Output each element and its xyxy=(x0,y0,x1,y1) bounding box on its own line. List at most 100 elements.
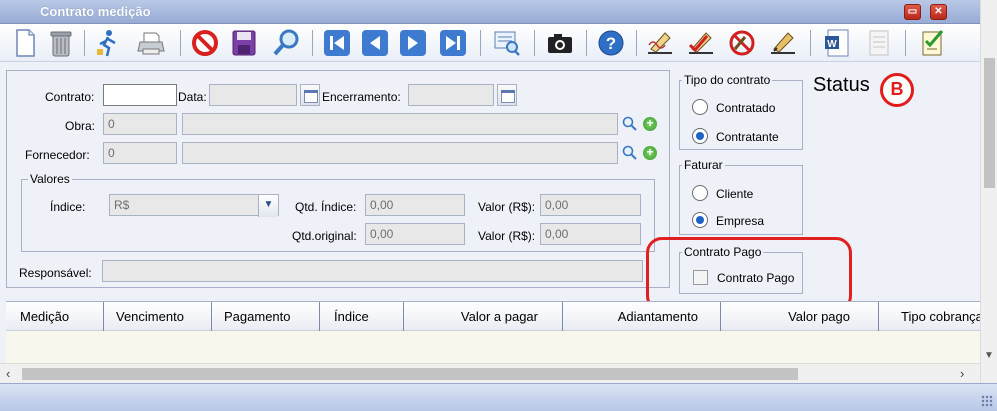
qtd-original-label: Qtd.original: xyxy=(292,229,357,243)
obra-code-input[interactable]: 0 xyxy=(103,113,177,135)
minimize-icon[interactable]: ▭ xyxy=(904,4,921,20)
column-header-medicao[interactable]: Medição xyxy=(6,302,104,331)
search-icon[interactable] xyxy=(622,145,638,161)
radio-empresa[interactable] xyxy=(692,212,708,228)
new-document-icon[interactable] xyxy=(10,27,40,59)
search-icon[interactable] xyxy=(622,116,638,132)
svg-text:?: ? xyxy=(606,34,616,53)
reject-sign-icon[interactable] xyxy=(727,27,757,59)
save-icon[interactable] xyxy=(229,27,259,59)
scroll-left-icon[interactable]: ‹ xyxy=(6,366,10,381)
checklist-icon[interactable] xyxy=(918,27,948,59)
data-input[interactable] xyxy=(209,84,297,106)
calendar-icon[interactable] xyxy=(497,84,517,106)
window-title: Contrato medição xyxy=(40,4,151,19)
valor-input[interactable]: 0,00 xyxy=(540,194,641,216)
help-icon[interactable]: ? xyxy=(596,27,626,59)
toolbar-separator xyxy=(84,30,85,56)
tipo-contrato-group: Tipo do contrato Contratado Contratante xyxy=(679,73,803,150)
notes-icon[interactable] xyxy=(864,27,894,59)
report-icon[interactable] xyxy=(492,27,522,59)
add-icon[interactable]: + xyxy=(643,146,657,160)
column-header-indice[interactable]: Índice xyxy=(320,302,404,331)
resize-grip-icon[interactable] xyxy=(981,395,993,407)
edit-sign-icon[interactable] xyxy=(768,27,798,59)
horizontal-scroll-thumb[interactable] xyxy=(22,368,798,380)
toolbar: ? W xyxy=(0,24,980,62)
column-header-tipo-cobranca[interactable]: Tipo cobrança xyxy=(879,302,980,331)
column-header-pagamento[interactable]: Pagamento xyxy=(212,302,320,331)
valores-title: Valores xyxy=(28,172,72,186)
contrato-label: Contrato: xyxy=(45,90,95,104)
cancel-icon[interactable] xyxy=(190,27,220,59)
column-header-adiantamento[interactable]: Adiantamento xyxy=(563,302,721,331)
qtd-indice-input[interactable]: 0,00 xyxy=(365,194,465,216)
main-form-panel: Contrato: Data: Encerramento: Obra: 0 + … xyxy=(6,70,670,288)
fornecedor-name-input[interactable] xyxy=(182,142,618,164)
fornecedor-code-input[interactable]: 0 xyxy=(103,142,177,164)
scroll-down-icon[interactable]: ▼ xyxy=(984,350,994,361)
tipo-contrato-title: Tipo do contrato xyxy=(682,73,773,87)
radio-contratante[interactable] xyxy=(692,128,708,144)
valor-input[interactable]: 0,00 xyxy=(540,223,641,245)
indice-label: Índice: xyxy=(50,200,86,214)
svg-text:W: W xyxy=(827,39,837,50)
grid-header: Medição Vencimento Pagamento Índice Valo… xyxy=(6,302,980,331)
word-document-icon[interactable]: W xyxy=(822,27,852,59)
indice-select[interactable]: R$ ▼ xyxy=(109,194,279,217)
next-record-icon[interactable] xyxy=(398,27,428,59)
toolbar-separator xyxy=(534,30,535,56)
encerramento-label: Encerramento: xyxy=(322,90,401,104)
toolbar-separator xyxy=(810,30,811,56)
scroll-right-icon[interactable]: › xyxy=(960,366,964,381)
obra-name-input[interactable] xyxy=(182,113,618,135)
run-icon[interactable] xyxy=(92,27,122,59)
contratado-label[interactable]: Contratado xyxy=(716,101,775,115)
empresa-label[interactable]: Empresa xyxy=(716,214,764,228)
column-header-vencimento[interactable]: Vencimento xyxy=(104,302,212,331)
approve-sign-icon[interactable] xyxy=(686,27,716,59)
column-header-valor-a-pagar[interactable]: Valor a pagar xyxy=(404,302,563,331)
status-label: Status xyxy=(813,74,870,96)
title-bar: Contrato medição ▭ ✕ xyxy=(0,0,980,24)
contrato-medicao-window: Contrato medição ▭ ✕ ? W Contrato: Data:… xyxy=(0,0,997,411)
search-icon[interactable] xyxy=(271,27,301,59)
add-icon[interactable]: + xyxy=(643,117,657,131)
medicao-grid: Medição Vencimento Pagamento Índice Valo… xyxy=(6,301,980,363)
qtd-original-input[interactable]: 0,00 xyxy=(365,223,465,245)
first-record-icon[interactable] xyxy=(322,27,352,59)
radio-cliente[interactable] xyxy=(692,185,708,201)
encerramento-input[interactable] xyxy=(408,84,494,106)
last-record-icon[interactable] xyxy=(438,27,468,59)
status-bar xyxy=(0,383,997,411)
trash-icon[interactable] xyxy=(46,27,76,59)
obra-label: Obra: xyxy=(65,119,96,133)
responsavel-input[interactable] xyxy=(102,260,643,282)
column-header-valor-pago[interactable]: Valor pago xyxy=(721,302,879,331)
toolbar-separator xyxy=(636,30,637,56)
print-icon[interactable] xyxy=(136,27,166,59)
vertical-scroll-thumb[interactable] xyxy=(984,58,995,188)
status-badge: B xyxy=(880,73,914,107)
toolbar-separator xyxy=(312,30,313,56)
valor-label: Valor (R$): xyxy=(478,229,536,243)
close-icon[interactable]: ✕ xyxy=(930,4,947,20)
chevron-down-icon[interactable]: ▼ xyxy=(258,195,278,217)
previous-record-icon[interactable] xyxy=(360,27,390,59)
calendar-icon[interactable] xyxy=(300,84,320,106)
responsavel-label: Responsável: xyxy=(19,266,92,280)
camera-icon[interactable] xyxy=(545,27,575,59)
contrato-input[interactable] xyxy=(103,84,177,106)
qtd-indice-label: Qtd. Índice: xyxy=(295,200,357,214)
radio-contratado[interactable] xyxy=(692,99,708,115)
faturar-title: Faturar xyxy=(682,158,725,172)
contratante-label[interactable]: Contratante xyxy=(716,130,779,144)
sign-icon[interactable] xyxy=(645,27,675,59)
horizontal-scrollbar[interactable]: ‹ › xyxy=(0,363,980,383)
toolbar-separator xyxy=(905,30,906,56)
data-label: Data: xyxy=(178,90,207,104)
cliente-label[interactable]: Cliente xyxy=(716,187,753,201)
faturar-group: Faturar Cliente Empresa xyxy=(679,158,803,235)
vertical-scrollbar[interactable]: ▼ xyxy=(980,0,997,383)
indice-value: R$ xyxy=(114,198,130,212)
